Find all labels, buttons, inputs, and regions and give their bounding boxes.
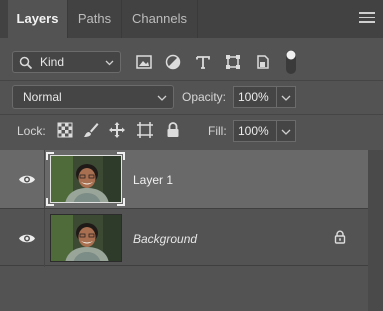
- lock-all-icon[interactable]: [164, 121, 182, 139]
- tab-channels[interactable]: Channels: [122, 0, 198, 38]
- divider: [0, 114, 383, 115]
- opacity-dropdown-button[interactable]: [277, 86, 296, 108]
- layer-thumbnail[interactable]: [50, 155, 122, 203]
- divider: [0, 80, 383, 81]
- layers-list: Layer 1 Background: [0, 150, 368, 311]
- layers-panel: Layers Paths Channels Kind Normal Opacit…: [0, 0, 383, 311]
- chevron-down-icon: [281, 95, 291, 101]
- layer-name[interactable]: Background: [133, 232, 197, 246]
- selection-bracket: [117, 198, 125, 206]
- tab-paths[interactable]: Paths: [68, 0, 122, 38]
- lock-artboard-icon[interactable]: [136, 121, 154, 139]
- selection-bracket: [117, 152, 125, 160]
- lock-image-pixels-icon[interactable]: [82, 121, 100, 139]
- layer-name[interactable]: Layer 1: [133, 173, 173, 187]
- eye-icon: [19, 175, 35, 184]
- fill-label: Fill:: [208, 124, 227, 138]
- blend-mode-value: Normal: [23, 90, 62, 104]
- selection-bracket: [46, 198, 54, 206]
- panel-menu-icon[interactable]: [359, 12, 375, 26]
- lock-position-icon[interactable]: [108, 121, 126, 139]
- opacity-label: Opacity:: [182, 90, 227, 104]
- search-icon: [19, 56, 33, 70]
- lock-transparent-pixels-icon[interactable]: [56, 121, 74, 139]
- adjustment-filter-icon[interactable]: [163, 52, 183, 72]
- selection-bracket: [46, 152, 54, 160]
- type-filter-icon[interactable]: [193, 52, 213, 72]
- chevron-down-icon: [105, 60, 114, 66]
- fill-dropdown-button[interactable]: [277, 120, 296, 142]
- portrait-thumbnail-image: [51, 156, 121, 202]
- chevron-down-icon: [281, 129, 291, 135]
- portrait-thumbnail-image: [51, 215, 121, 261]
- opacity-input[interactable]: 100%: [233, 86, 277, 108]
- layer-row-layer-1[interactable]: Layer 1: [0, 150, 368, 208]
- eye-icon: [19, 234, 35, 243]
- image-filter-icon[interactable]: [134, 52, 154, 72]
- fill-input[interactable]: 100%: [233, 120, 277, 142]
- tab-layers[interactable]: Layers: [8, 0, 68, 38]
- filter-toggle-icon[interactable]: [285, 49, 297, 75]
- layer-thumbnail[interactable]: [50, 214, 122, 262]
- layer-row-background[interactable]: Background: [0, 208, 368, 267]
- shape-filter-icon[interactable]: [223, 52, 243, 72]
- panel-tab-bar: Layers Paths Channels: [0, 0, 383, 38]
- visibility-toggle[interactable]: [0, 150, 45, 208]
- lock-label: Lock:: [17, 124, 46, 138]
- layer-lock-icon[interactable]: [333, 230, 347, 244]
- filter-kind-label: Kind: [40, 55, 65, 69]
- chevron-down-icon: [157, 95, 167, 101]
- blend-mode-select[interactable]: Normal: [12, 85, 174, 109]
- visibility-toggle[interactable]: [0, 209, 45, 267]
- filter-kind-select[interactable]: Kind: [12, 51, 121, 73]
- scrollbar[interactable]: [368, 150, 383, 311]
- smart-object-filter-icon[interactable]: [253, 52, 273, 72]
